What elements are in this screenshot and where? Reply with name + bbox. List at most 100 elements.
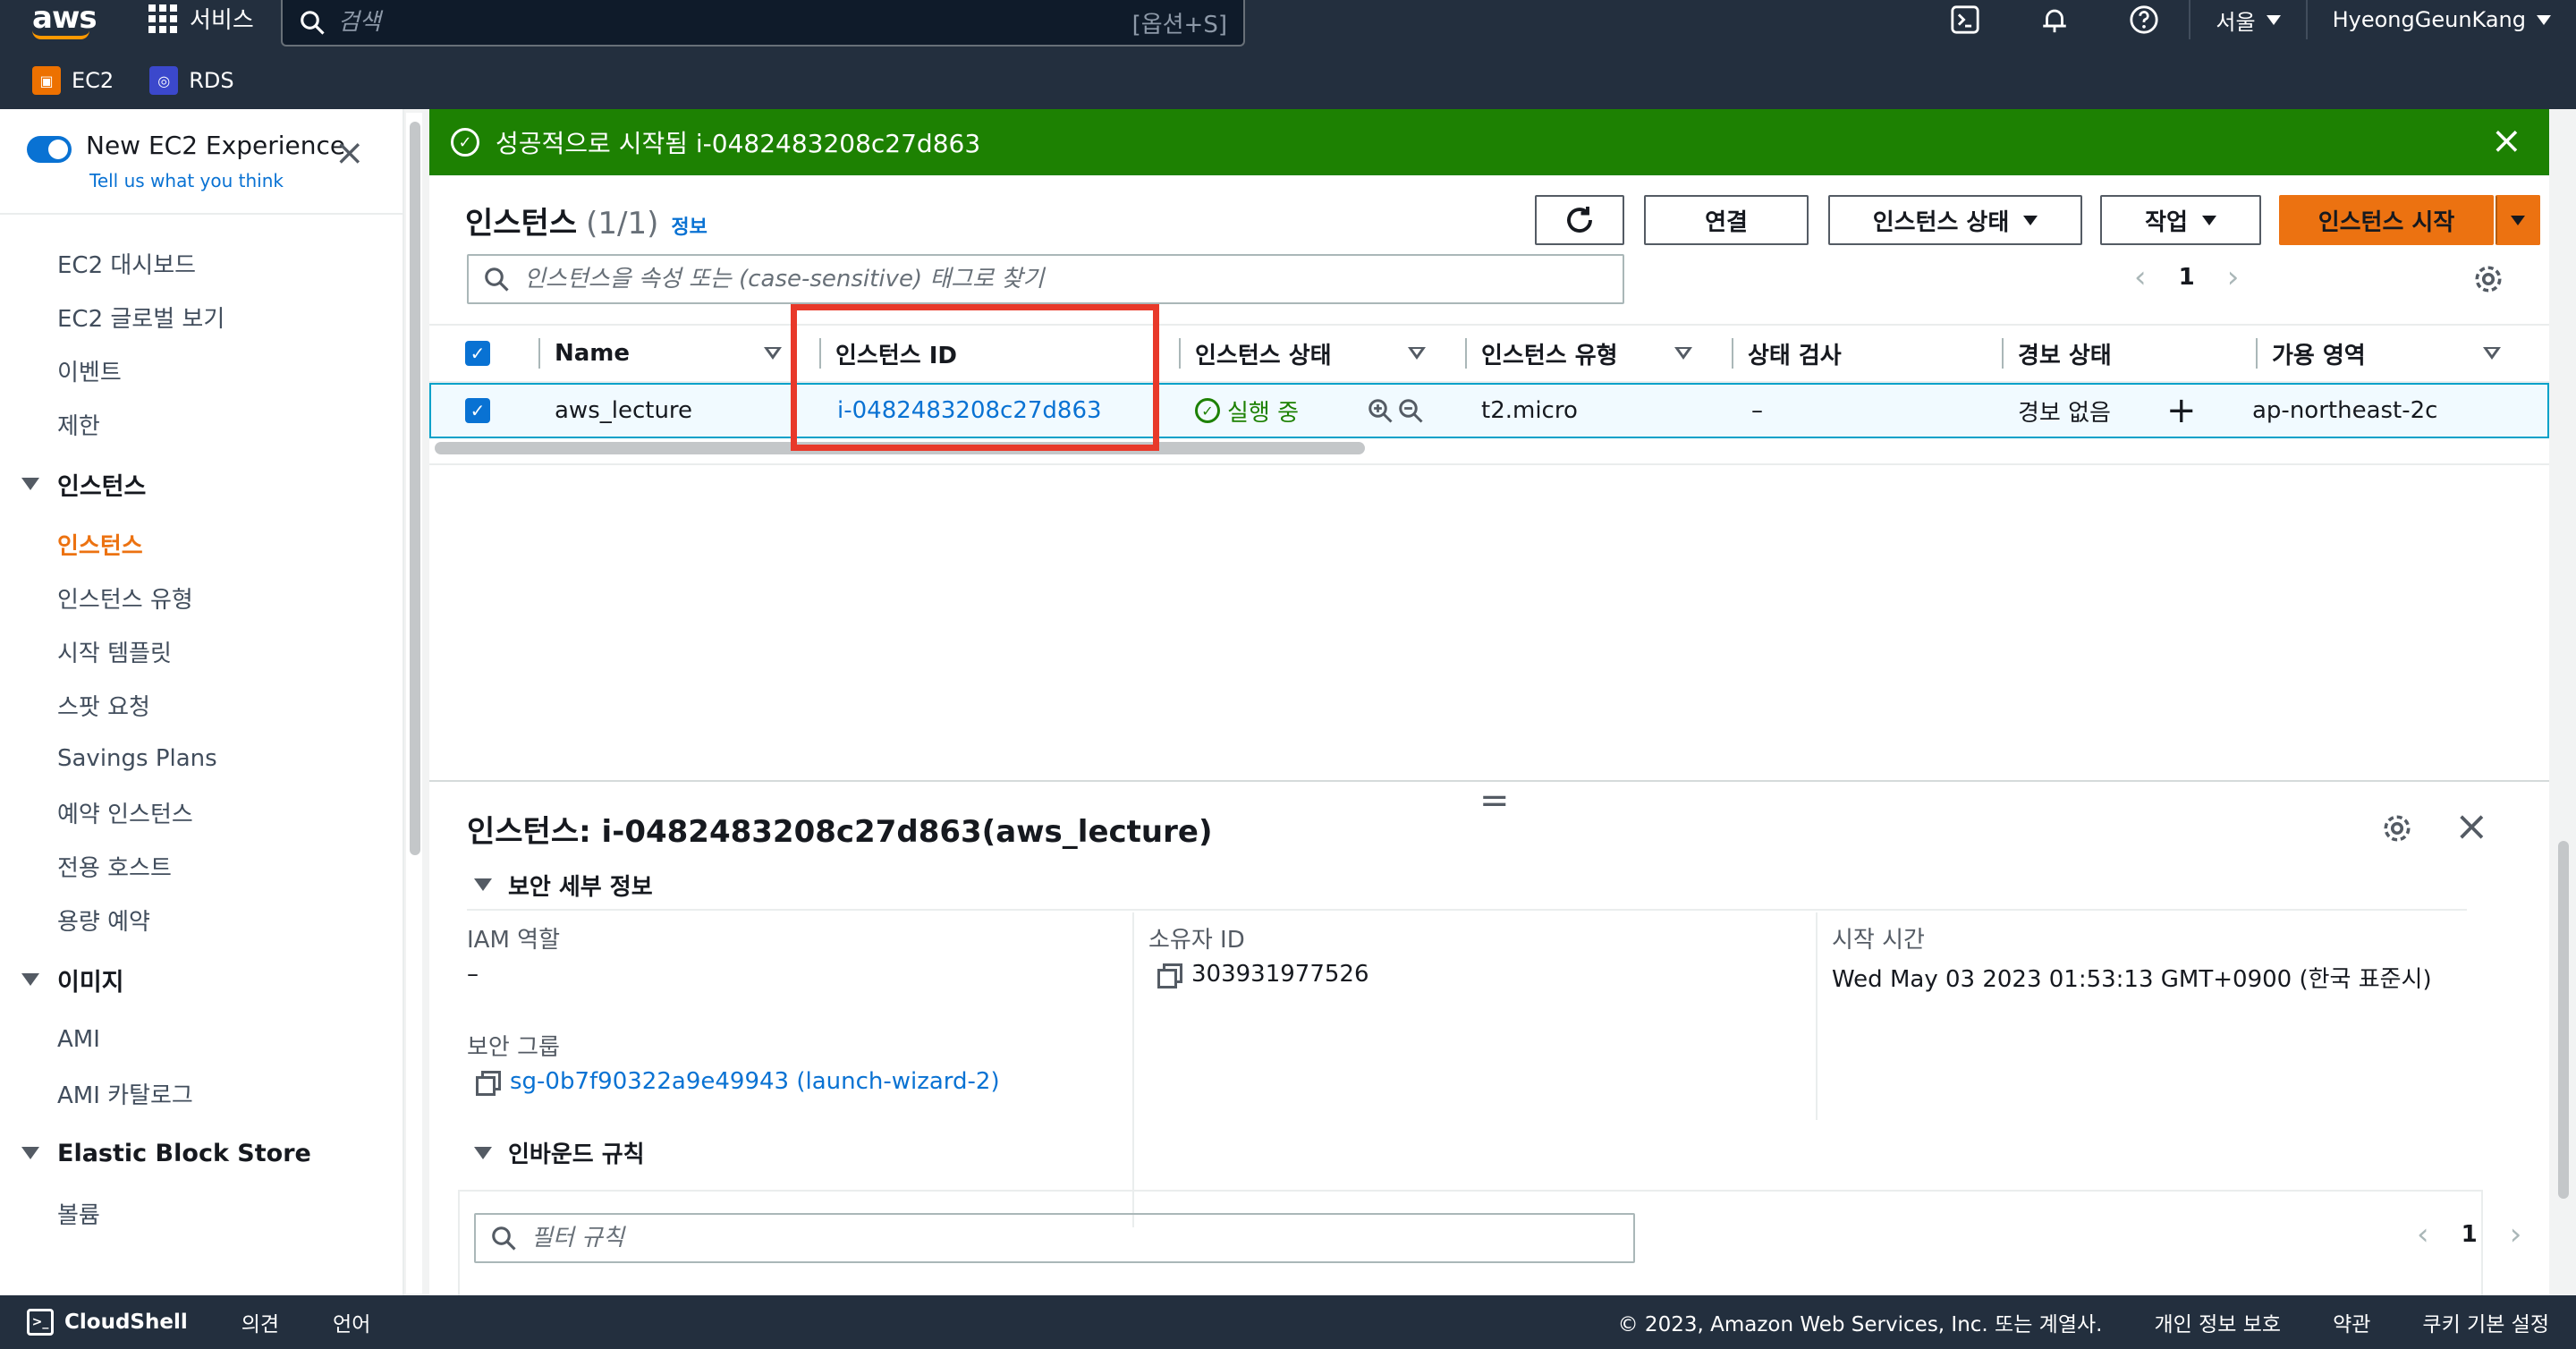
column-separator <box>2256 338 2258 369</box>
column-alarm-status[interactable]: 경보 상태 <box>2002 326 2112 381</box>
cloudshell-nav-button[interactable] <box>1920 4 2010 35</box>
help-button[interactable] <box>2099 4 2189 35</box>
copy-icon[interactable] <box>476 1071 501 1096</box>
sidebar-item-savings-plans[interactable]: Savings Plans <box>0 732 402 785</box>
column-status-check[interactable]: 상태 검사 <box>1732 326 1842 381</box>
main-scrollbar[interactable] <box>2551 109 2576 1295</box>
feedback-link[interactable]: Tell us what you think <box>89 170 284 191</box>
feedback-button[interactable]: 의견 <box>242 1307 279 1337</box>
sort-icon[interactable] <box>1674 347 1692 360</box>
notifications-button[interactable] <box>2010 4 2099 35</box>
favorite-rds[interactable]: ◎ RDS <box>149 66 234 95</box>
security-details-section-toggle[interactable]: 보안 세부 정보 <box>474 871 653 898</box>
gear-icon[interactable] <box>2381 812 2413 844</box>
actions-button[interactable]: 작업 <box>2100 195 2261 245</box>
sidebar-item-volumes[interactable]: 볼륨 <box>0 1186 402 1240</box>
sidebar-item-capacity-reservations[interactable]: 용량 예약 <box>0 893 402 946</box>
launch-instance-button[interactable]: 인스턴스 시작 <box>2279 195 2494 245</box>
row-checkbox[interactable]: ✓ <box>465 385 490 437</box>
rules-current-page[interactable]: 1 <box>2462 1221 2478 1248</box>
sidebar-section-images[interactable]: 이미지 <box>0 946 402 1013</box>
chevron-down-icon <box>2537 14 2551 25</box>
current-page[interactable]: 1 <box>2179 264 2195 291</box>
security-group-link[interactable]: sg-0b7f90322a9e49943 (launch-wizard-2) <box>510 1068 1000 1095</box>
checkbox-checked-icon: ✓ <box>465 341 490 366</box>
sidebar-item-events[interactable]: 이벤트 <box>0 344 402 397</box>
sidebar-item-instances[interactable]: 인스턴스 <box>0 517 402 571</box>
zoom-out-icon[interactable] <box>1397 397 1424 424</box>
cloudshell-label: CloudShell <box>64 1311 188 1334</box>
new-experience-toggle[interactable] <box>27 136 72 163</box>
instance-filter[interactable] <box>467 254 1624 304</box>
column-name[interactable]: Name <box>538 326 630 381</box>
rule-filter-input[interactable] <box>531 1225 1633 1251</box>
scrollbar-thumb[interactable] <box>2558 841 2569 1199</box>
drag-handle-icon[interactable]: = <box>1479 783 1510 819</box>
rule-filter[interactable] <box>474 1213 1635 1263</box>
favorite-ec2-label: EC2 <box>72 68 114 93</box>
sidebar-item-ami[interactable]: AMI <box>0 1013 402 1066</box>
search-input[interactable] <box>338 9 1132 36</box>
zoom-controls <box>1367 385 1424 437</box>
sidebar-item-spot-requests[interactable]: 스팟 요청 <box>0 678 402 732</box>
sort-icon[interactable] <box>1408 347 1426 360</box>
zoom-in-icon[interactable] <box>1367 397 1394 424</box>
cloudshell-button[interactable]: >_ CloudShell <box>27 1309 188 1336</box>
cookie-preferences-link[interactable]: 쿠키 기본 설정 <box>2422 1307 2549 1337</box>
instance-id-highlight-box <box>791 304 1159 451</box>
instances-table: ✓ Name 인스턴스 ID 인스턴스 상태 인스턴스 유형 상태 검사 경보 … <box>429 324 2549 438</box>
refresh-button[interactable] <box>1535 195 1624 245</box>
copy-icon[interactable] <box>1157 963 1182 988</box>
security-group-label: 보안 그룹 <box>467 1034 560 1061</box>
column-availability-zone[interactable]: 가용 영역 <box>2256 326 2366 381</box>
launch-time-label: 시작 시간 <box>1832 927 1925 954</box>
instance-state-button[interactable]: 인스턴스 상태 <box>1828 195 2082 245</box>
sidebar-item-ami-catalog[interactable]: AMI 카탈로그 <box>0 1066 402 1120</box>
sidebar-item-global-view[interactable]: EC2 글로벌 보기 <box>0 290 402 344</box>
sort-icon[interactable] <box>764 347 782 360</box>
sidebar-item-instance-types[interactable]: 인스턴스 유형 <box>0 571 402 624</box>
inbound-rules-section-toggle[interactable]: 인바운드 규칙 <box>474 1136 645 1169</box>
table-row[interactable]: ✓ aws_lecture i-0482483208c27d863 ✓ 실행 중… <box>429 383 2549 438</box>
launch-instance-dropdown[interactable] <box>2496 195 2540 245</box>
chevron-right-icon[interactable]: › <box>2510 1217 2522 1252</box>
chevron-left-icon[interactable]: ‹ <box>2417 1217 2429 1252</box>
language-button[interactable]: 언어 <box>333 1307 370 1337</box>
sidebar-section-instances[interactable]: 인스턴스 <box>0 451 402 517</box>
launch-time-value: Wed May 03 2023 01:53:13 GMT+0900 (한국 표준… <box>1832 966 2432 993</box>
gear-icon[interactable] <box>2472 263 2504 295</box>
column-instance-type-label: 인스턴스 유형 <box>1481 342 1618 369</box>
instance-filter-input[interactable] <box>524 266 1623 293</box>
sidebar-section-ebs[interactable]: Elastic Block Store <box>0 1120 402 1186</box>
global-search[interactable]: [옵션+S] <box>281 0 1245 47</box>
terms-link[interactable]: 약관 <box>2333 1307 2370 1337</box>
region-selector[interactable]: 서울 <box>2189 0 2305 39</box>
sidebar-nav: EC2 대시보드 EC2 글로벌 보기 이벤트 제한 인스턴스 인스턴스 인스턴… <box>0 236 402 1240</box>
close-icon[interactable]: × <box>2454 805 2489 846</box>
add-alarm-icon[interactable]: + <box>2166 385 2197 437</box>
owner-id-label: 소유자 ID <box>1148 927 1245 954</box>
sort-icon[interactable] <box>2483 347 2501 360</box>
aws-logo-smile <box>32 30 89 39</box>
chevron-left-icon[interactable]: ‹ <box>2134 259 2147 295</box>
connect-button[interactable]: 연결 <box>1644 195 1809 245</box>
sidebar-item-limits[interactable]: 제한 <box>0 397 402 451</box>
info-link[interactable]: 정보 <box>671 216 707 239</box>
column-instance-state[interactable]: 인스턴스 상태 <box>1179 326 1332 381</box>
favorite-ec2[interactable]: ▣ EC2 <box>32 66 114 95</box>
select-all-checkbox[interactable]: ✓ <box>465 326 490 381</box>
account-menu[interactable]: HyeongGeunKang <box>2305 0 2576 39</box>
scrollbar-thumb[interactable] <box>410 122 420 855</box>
chevron-right-icon[interactable]: › <box>2227 259 2240 295</box>
sidebar-item-reserved-instances[interactable]: 예약 인스턴스 <box>0 785 402 839</box>
sidebar-item-launch-templates[interactable]: 시작 템플릿 <box>0 624 402 678</box>
sidebar-item-ec2-dashboard[interactable]: EC2 대시보드 <box>0 236 402 290</box>
sidebar-scrollbar[interactable] <box>406 113 422 1294</box>
privacy-link[interactable]: 개인 정보 보호 <box>2154 1307 2281 1337</box>
close-icon[interactable]: × <box>335 135 365 171</box>
column-instance-type[interactable]: 인스턴스 유형 <box>1465 326 1618 381</box>
sidebar-item-dedicated-hosts[interactable]: 전용 호스트 <box>0 839 402 893</box>
column-separator <box>1465 338 1467 369</box>
services-menu-button[interactable]: 서비스 <box>148 2 254 35</box>
close-icon[interactable]: × <box>2491 122 2522 159</box>
